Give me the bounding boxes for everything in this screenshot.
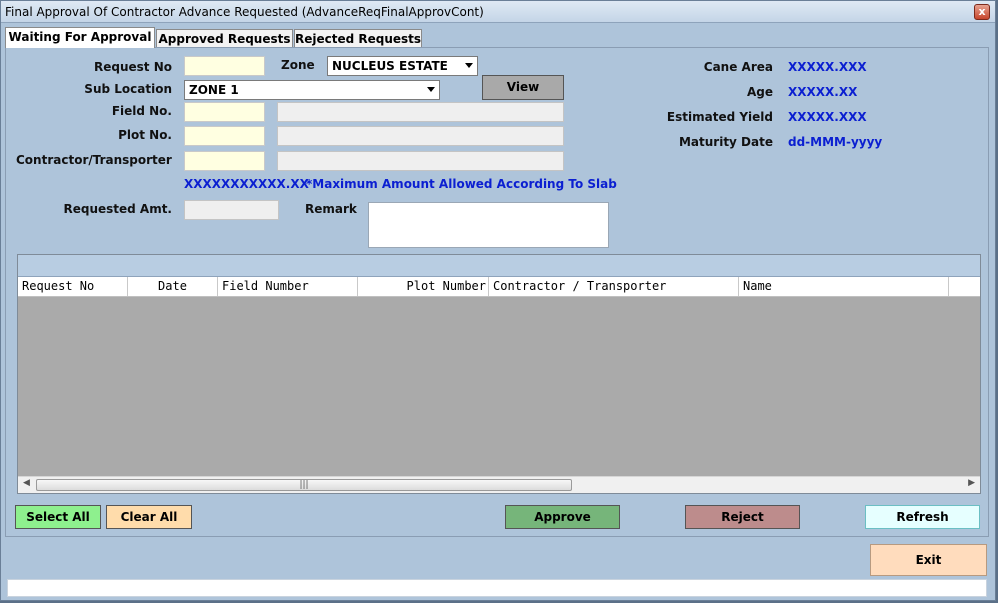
slab-note: *Maximum Amount Allowed According To Sla… xyxy=(306,177,617,191)
scroll-left-icon[interactable]: ◀ xyxy=(23,478,30,488)
main-window: Final Approval Of Contractor Advance Req… xyxy=(0,0,996,601)
clear-all-button[interactable]: Clear All xyxy=(106,505,192,529)
field-description-field xyxy=(277,102,564,122)
approve-button[interactable]: Approve xyxy=(505,505,620,529)
column-header-name[interactable]: Name xyxy=(739,277,949,296)
requested-amt-input[interactable] xyxy=(184,200,279,220)
plot-no-label: Plot No. xyxy=(118,128,172,142)
close-button[interactable]: x xyxy=(974,4,990,20)
grid-group-bar xyxy=(18,255,980,277)
plot-no-input[interactable] xyxy=(184,126,265,146)
contractor-name-field xyxy=(277,151,564,171)
estimated-yield-label: Estimated Yield xyxy=(666,110,773,124)
maturity-date-value: dd-MMM-yyyy xyxy=(788,135,883,149)
field-no-label: Field No. xyxy=(111,104,172,118)
zone-select[interactable]: NUCLEUS ESTATE xyxy=(327,56,478,76)
chevron-down-icon xyxy=(465,63,473,68)
column-header-plot-number[interactable]: Plot Number xyxy=(358,277,489,296)
exit-button[interactable]: Exit xyxy=(870,544,987,576)
requested-amt-label: Requested Amt. xyxy=(63,202,172,216)
column-header-field-number[interactable]: Field Number xyxy=(218,277,358,296)
window-title: Final Approval Of Contractor Advance Req… xyxy=(5,5,484,19)
title-bar: Final Approval Of Contractor Advance Req… xyxy=(1,1,995,23)
contractor-input[interactable] xyxy=(184,151,265,171)
tab-rejected-requests[interactable]: Rejected Requests xyxy=(294,29,422,48)
remark-textarea[interactable] xyxy=(368,202,609,248)
grid-header: Request No Date Field Number Plot Number… xyxy=(18,277,980,297)
view-button[interactable]: View xyxy=(482,75,564,100)
maturity-date-label: Maturity Date xyxy=(678,135,773,149)
column-header-date[interactable]: Date xyxy=(128,277,218,296)
estimated-yield-value: XXXXX.XXX xyxy=(788,110,867,124)
tab-approved-requests[interactable]: Approved Requests xyxy=(156,29,293,48)
sub-location-select[interactable]: ZONE 1 xyxy=(184,80,440,100)
zone-label: Zone xyxy=(281,58,315,72)
reject-button[interactable]: Reject xyxy=(685,505,800,529)
max-amount-value: XXXXXXXXXXX.XX xyxy=(184,177,309,191)
select-all-button[interactable]: Select All xyxy=(15,505,101,529)
tab-panel: Request No Zone NUCLEUS ESTATE Sub Locat… xyxy=(5,47,989,537)
sub-location-label: Sub Location xyxy=(84,82,172,96)
scrollbar-thumb[interactable]: ||| xyxy=(36,479,572,491)
status-bar xyxy=(7,579,987,597)
cane-area-label: Cane Area xyxy=(703,60,773,74)
remark-label: Remark xyxy=(305,202,357,216)
requests-grid[interactable]: Request No Date Field Number Plot Number… xyxy=(17,254,981,494)
chevron-down-icon xyxy=(427,87,435,92)
age-value: XXXXX.XX xyxy=(788,85,858,99)
contractor-label: Contractor/Transporter xyxy=(16,153,172,167)
column-header-contractor[interactable]: Contractor / Transporter xyxy=(489,277,739,296)
request-no-label: Request No xyxy=(94,60,172,74)
plot-description-field xyxy=(277,126,564,146)
scroll-right-icon[interactable]: ▶ xyxy=(968,478,975,488)
column-header-request-no[interactable]: Request No xyxy=(18,277,128,296)
tab-waiting-for-approval[interactable]: Waiting For Approval xyxy=(5,27,155,48)
request-no-input[interactable] xyxy=(184,56,265,76)
horizontal-scrollbar[interactable]: ◀ ||| ▶ xyxy=(18,476,980,493)
field-no-input[interactable] xyxy=(184,102,265,122)
refresh-button[interactable]: Refresh xyxy=(865,505,980,529)
cane-area-value: XXXXX.XXX xyxy=(788,60,867,74)
age-label: Age xyxy=(746,85,773,99)
close-icon: x xyxy=(978,5,986,18)
zone-value: NUCLEUS ESTATE xyxy=(332,59,448,73)
sub-location-value: ZONE 1 xyxy=(189,83,239,97)
